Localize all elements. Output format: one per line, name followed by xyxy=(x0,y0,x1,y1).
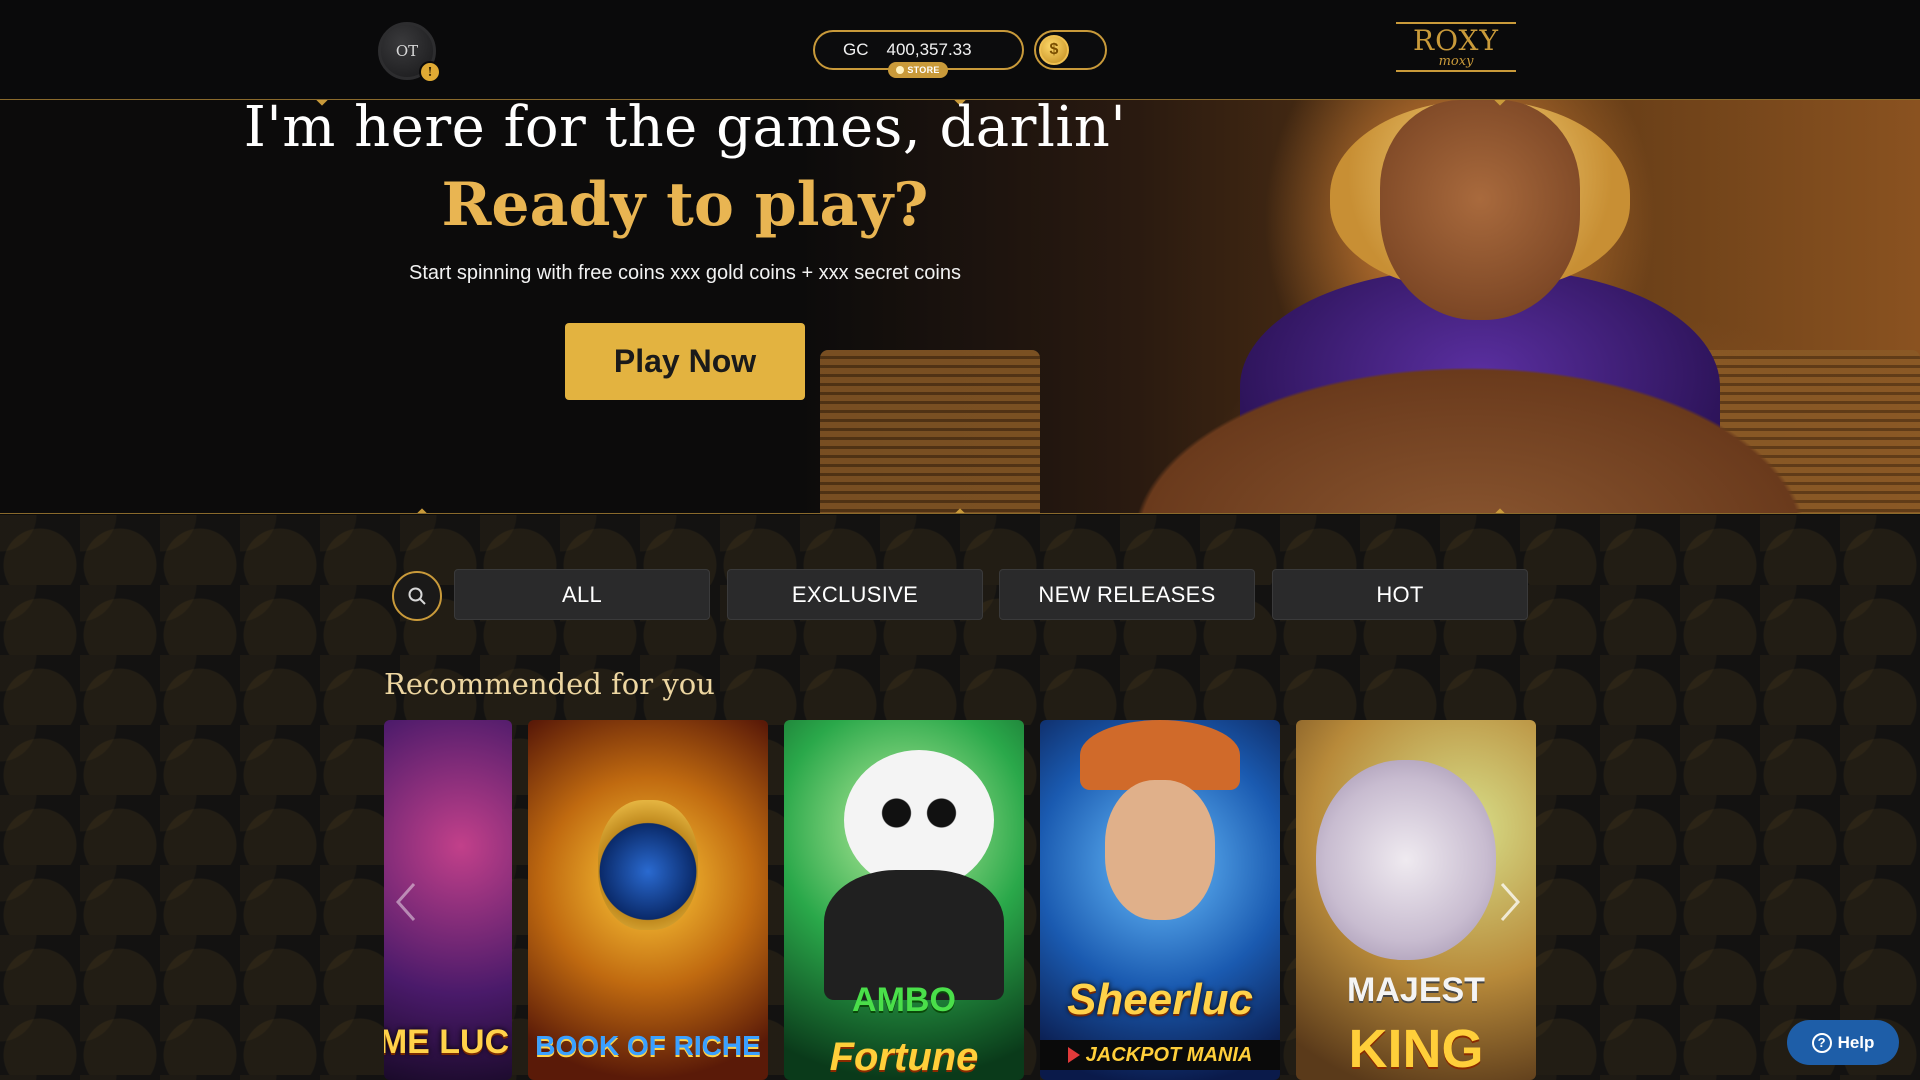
game-card[interactable]: BOOK OF RICHE xyxy=(528,720,768,1080)
game-card[interactable]: AMBO Fortune xyxy=(784,720,1024,1080)
notification-badge: ! xyxy=(419,61,441,83)
chevron-right-icon xyxy=(1500,883,1521,921)
currency-label: GC xyxy=(843,40,869,59)
game-carousel: ME LUC BOOK OF RICHE AMBO Fortune Sheerl… xyxy=(384,720,1536,1080)
tab-exclusive[interactable]: EXCLUSIVE xyxy=(727,569,983,620)
carousel-prev-button[interactable] xyxy=(386,872,426,932)
hero-title: I'm here for the games, darlin' xyxy=(243,95,1127,160)
hero-banner xyxy=(0,100,1920,514)
game-title: MAJEST xyxy=(1347,971,1485,1009)
detective-face xyxy=(1105,780,1215,920)
logo-sub-text: moxy xyxy=(1438,54,1474,69)
scarab-emblem xyxy=(598,800,698,930)
help-button[interactable]: ? Help xyxy=(1787,1020,1899,1065)
play-now-button[interactable]: Play Now xyxy=(565,323,805,400)
hero-character-face xyxy=(1380,100,1580,320)
game-subtitle: KING xyxy=(1348,1019,1484,1079)
tab-all[interactable]: ALL xyxy=(454,569,710,620)
game-card[interactable]: Sheerluc JACKPOT MANIA xyxy=(1040,720,1280,1080)
coin-stack-left xyxy=(820,350,1040,513)
profile-avatar[interactable]: OT ! xyxy=(378,22,441,83)
divider-ornament xyxy=(416,508,428,513)
hero-description: Start spinning with free coins xxx gold … xyxy=(409,262,961,284)
logo-rule-bottom xyxy=(1396,70,1516,72)
game-title: Sheerluc xyxy=(1067,975,1253,1024)
game-title: BOOK OF RICHE xyxy=(535,1030,761,1061)
store-button[interactable]: STORE xyxy=(888,62,948,78)
panda-art xyxy=(844,750,994,890)
tab-new-releases[interactable]: NEW RELEASES xyxy=(999,569,1255,620)
brand-logo[interactable]: ROXY moxy xyxy=(1392,22,1520,78)
game-subtitle: Fortune xyxy=(829,1035,979,1079)
search-icon xyxy=(408,587,426,605)
store-label: STORE xyxy=(907,65,940,75)
logo-main-text: ROXY xyxy=(1413,24,1499,57)
currency-toggle[interactable]: $ xyxy=(1034,30,1107,70)
coin-icon xyxy=(896,66,905,74)
jackpot-mania-banner: JACKPOT MANIA xyxy=(1040,1040,1280,1070)
game-title: ME LUC xyxy=(384,1023,510,1061)
carousel-next-button[interactable] xyxy=(1490,872,1530,932)
game-subtitle: JACKPOT MANIA xyxy=(1085,1043,1253,1066)
question-icon: ? xyxy=(1811,1032,1832,1053)
help-label: Help xyxy=(1837,1032,1875,1052)
top-bar: OT ! GC 400,357.33 STORE $ ROXY moxy xyxy=(0,0,1920,100)
avatar-initials: OT xyxy=(395,42,419,60)
hero-subtitle: Ready to play? xyxy=(441,170,929,240)
balance-amount: 400,357.33 xyxy=(886,40,972,59)
lion-art xyxy=(1316,760,1496,960)
game-title: AMBO xyxy=(852,981,956,1019)
play-triangle-icon xyxy=(1067,1047,1080,1063)
search-button[interactable] xyxy=(392,571,442,621)
tab-hot[interactable]: HOT xyxy=(1272,569,1528,620)
chevron-left-icon xyxy=(395,883,416,921)
gold-coin-icon: $ xyxy=(1039,35,1069,65)
recommended-title: Recommended for you xyxy=(384,667,715,701)
